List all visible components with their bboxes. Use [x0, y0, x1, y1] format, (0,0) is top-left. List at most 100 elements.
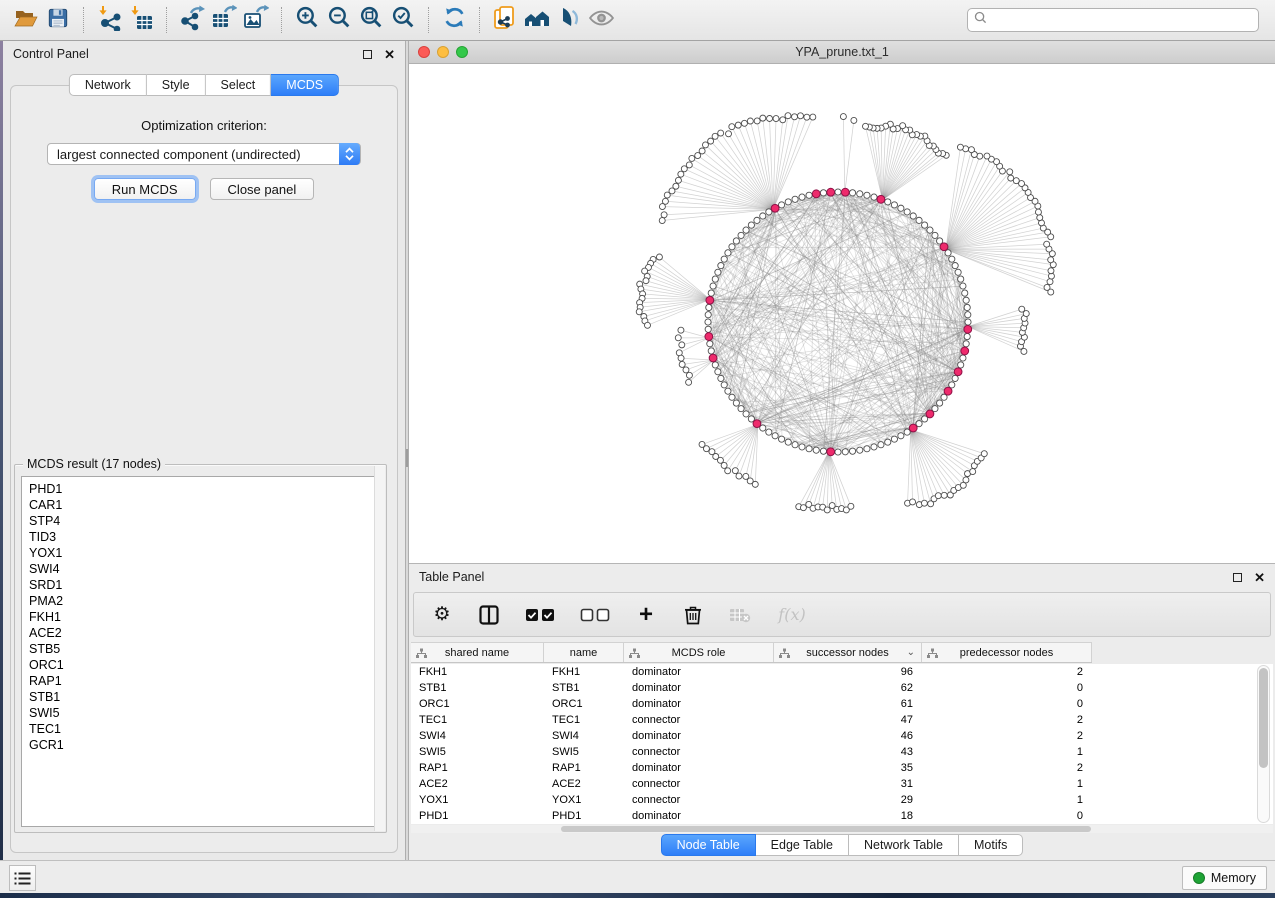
network-node[interactable]: [725, 468, 731, 474]
network-node[interactable]: [916, 217, 922, 223]
network-node[interactable]: [695, 153, 701, 159]
first-neighbors-button[interactable]: [521, 4, 553, 36]
network-window-titlebar[interactable]: YPA_prune.txt_1: [409, 41, 1275, 64]
network-node[interactable]: [904, 209, 910, 215]
network-node[interactable]: [708, 138, 714, 144]
network-node[interactable]: [718, 130, 724, 136]
zoom-in-button[interactable]: [291, 4, 323, 36]
zoom-selected-button[interactable]: [387, 4, 419, 36]
mcds-result-item[interactable]: FKH1: [22, 609, 380, 625]
mcds-result-item[interactable]: SWI5: [22, 705, 380, 721]
network-node[interactable]: [806, 446, 812, 452]
network-node[interactable]: [721, 382, 727, 388]
network-node[interactable]: [778, 202, 784, 208]
network-node[interactable]: [812, 190, 820, 198]
table-row[interactable]: SWI5SWI5connector431: [411, 744, 1273, 760]
cell-shared-name[interactable]: YOX1: [411, 794, 544, 806]
search-field[interactable]: [967, 8, 1259, 32]
table-row[interactable]: STB1STB1dominator620: [411, 680, 1273, 696]
cell-shared-name[interactable]: SWI4: [411, 730, 544, 742]
network-node[interactable]: [820, 190, 826, 196]
network-node[interactable]: [963, 341, 969, 347]
network-node[interactable]: [842, 449, 848, 455]
network-node[interactable]: [885, 199, 891, 205]
new-network-from-selection-button[interactable]: [489, 4, 521, 36]
network-node[interactable]: [705, 312, 711, 318]
network-node[interactable]: [857, 447, 863, 453]
network-node[interactable]: [760, 213, 766, 219]
network-node[interactable]: [957, 144, 963, 150]
cell-name[interactable]: TEC1: [544, 714, 624, 726]
network-node[interactable]: [910, 499, 916, 505]
network-node[interactable]: [1013, 178, 1019, 184]
network-node[interactable]: [681, 166, 687, 172]
network-node[interactable]: [962, 290, 968, 296]
network-node[interactable]: [659, 204, 665, 210]
network-node[interactable]: [729, 244, 735, 250]
network-node[interactable]: [958, 362, 964, 368]
mcds-result-item[interactable]: PMA2: [22, 593, 380, 609]
network-node[interactable]: [785, 199, 791, 205]
network-node[interactable]: [864, 192, 870, 198]
network-node[interactable]: [1008, 175, 1014, 181]
network-node[interactable]: [785, 439, 791, 445]
mcds-result-list[interactable]: PHD1CAR1STP4TID3YOX1SWI4SRD1PMA2FKH1ACE2…: [21, 476, 381, 827]
add-column-button[interactable]: +: [633, 602, 659, 628]
network-node[interactable]: [963, 297, 969, 303]
criterion-dropdown[interactable]: largest connected component (undirected): [47, 143, 361, 165]
cell-name[interactable]: STB1: [544, 682, 624, 694]
network-node[interactable]: [961, 347, 969, 355]
table-row[interactable]: ORC1ORC1dominator610: [411, 696, 1273, 712]
cell-successor-nodes[interactable]: 43: [774, 746, 922, 758]
network-node[interactable]: [715, 369, 721, 375]
network-node[interactable]: [941, 492, 947, 498]
network-node[interactable]: [921, 500, 927, 506]
cell-shared-name[interactable]: RAP1: [411, 762, 544, 774]
cell-mcds-role[interactable]: connector: [624, 714, 774, 726]
network-node[interactable]: [664, 192, 670, 198]
network-node[interactable]: [747, 118, 753, 124]
network-node[interactable]: [733, 400, 739, 406]
tab-network[interactable]: Network: [69, 74, 147, 96]
network-node[interactable]: [708, 290, 714, 296]
network-node[interactable]: [726, 131, 732, 137]
network-node[interactable]: [736, 473, 742, 479]
network-node[interactable]: [748, 222, 754, 228]
column-header-name[interactable]: name: [544, 643, 624, 662]
network-node[interactable]: [771, 204, 779, 212]
network-node[interactable]: [935, 493, 941, 499]
save-session-button[interactable]: [42, 4, 74, 36]
network-node[interactable]: [984, 153, 990, 159]
network-node[interactable]: [799, 194, 805, 200]
network-node[interactable]: [725, 388, 731, 394]
close-panel-icon[interactable]: ✕: [384, 48, 395, 61]
cell-predecessor-nodes[interactable]: 0: [922, 698, 1092, 710]
network-node[interactable]: [940, 243, 948, 251]
network-node[interactable]: [877, 195, 885, 203]
split-panel-button[interactable]: [476, 602, 502, 628]
scrollbar-thumb[interactable]: [1259, 668, 1268, 768]
network-node[interactable]: [891, 436, 897, 442]
network-node[interactable]: [964, 304, 970, 310]
network-node[interactable]: [760, 115, 766, 121]
network-node[interactable]: [715, 269, 721, 275]
network-node[interactable]: [964, 325, 972, 333]
result-list-scrollbar[interactable]: [374, 466, 385, 831]
mcds-result-item[interactable]: TID3: [22, 529, 380, 545]
tab-edge-table[interactable]: Edge Table: [756, 834, 849, 856]
network-node[interactable]: [732, 468, 738, 474]
network-node[interactable]: [965, 319, 971, 325]
column-header-mcds-role[interactable]: MCDS role: [624, 643, 774, 662]
cell-mcds-role[interactable]: connector: [624, 778, 774, 790]
network-node[interactable]: [1047, 279, 1053, 285]
network-node[interactable]: [718, 262, 724, 268]
network-node[interactable]: [778, 436, 784, 442]
cell-successor-nodes[interactable]: 29: [774, 794, 922, 806]
open-file-button[interactable]: [10, 4, 42, 36]
cell-mcds-role[interactable]: dominator: [624, 762, 774, 774]
close-panel-icon[interactable]: ✕: [1254, 571, 1265, 584]
function-builder-button[interactable]: f(x): [774, 602, 810, 628]
network-node[interactable]: [799, 444, 805, 450]
network-node[interactable]: [679, 361, 685, 367]
mcds-result-item[interactable]: ACE2: [22, 625, 380, 641]
